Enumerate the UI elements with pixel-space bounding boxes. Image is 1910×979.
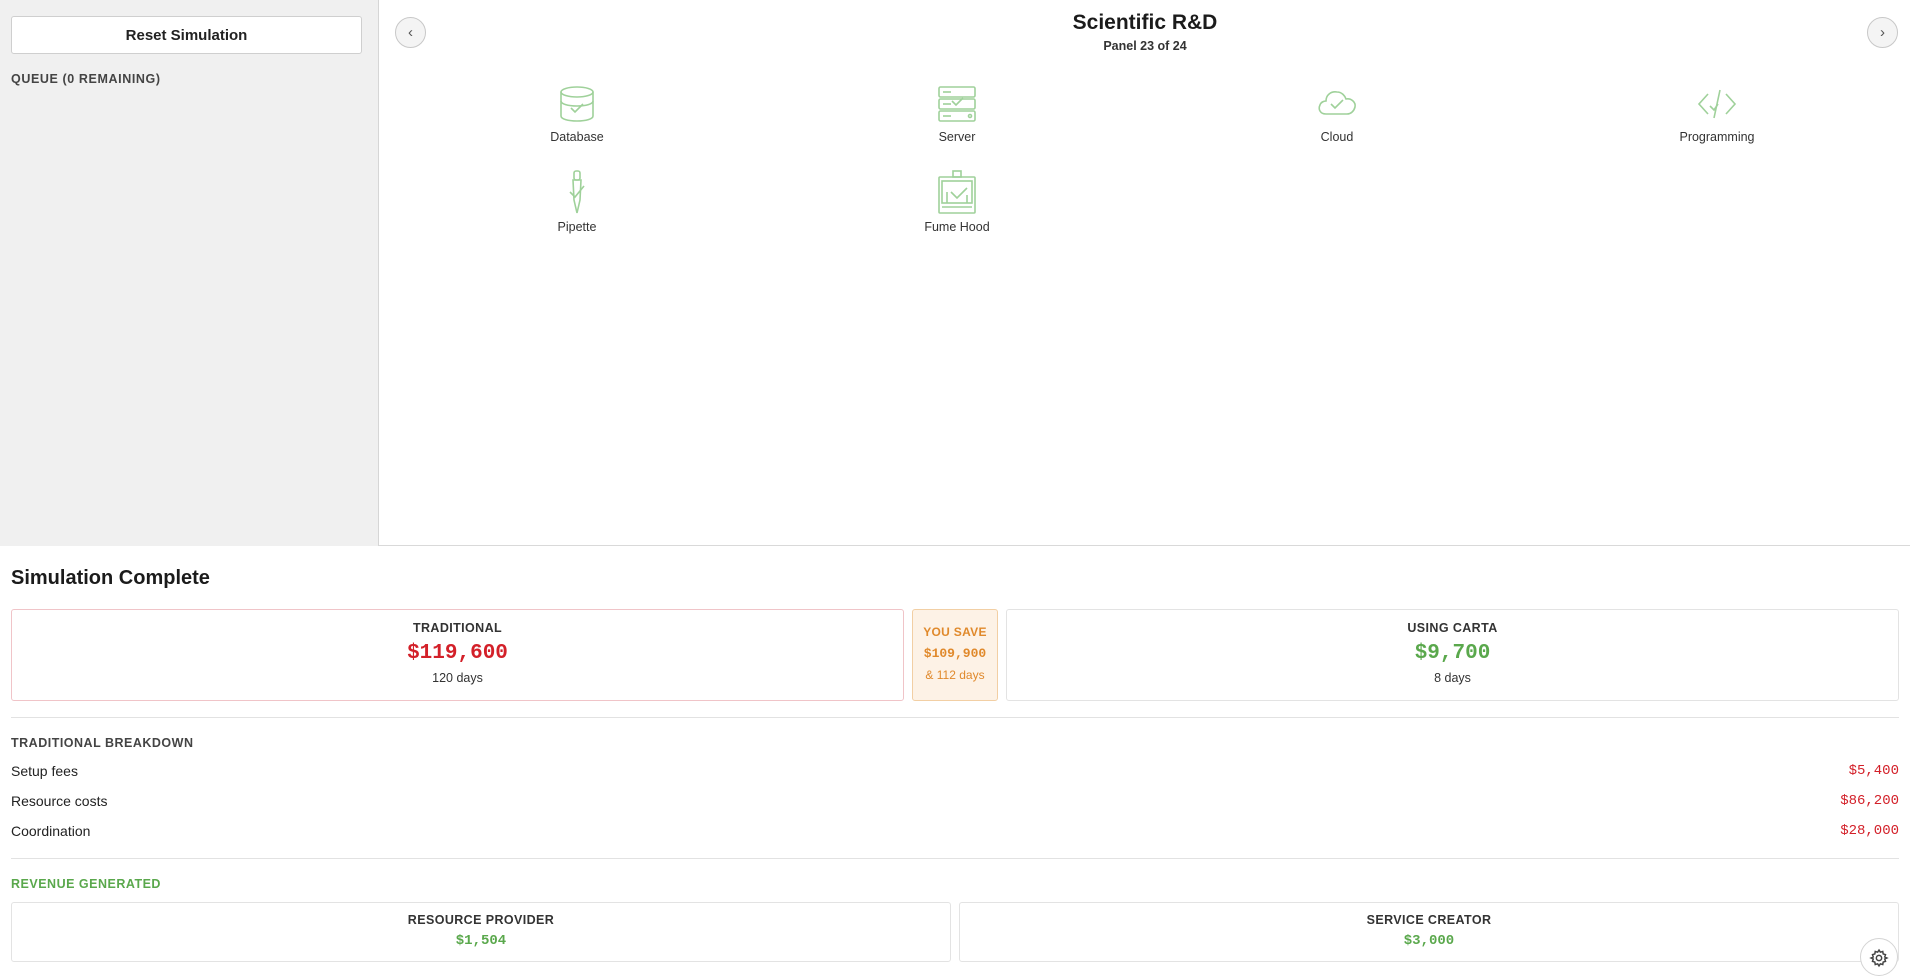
server-icon bbox=[938, 86, 976, 122]
traditional-label: TRADITIONAL bbox=[412, 621, 503, 635]
settings-button[interactable] bbox=[1860, 938, 1898, 976]
resource-server[interactable]: Server bbox=[867, 84, 1047, 144]
resource-label: Programming bbox=[1679, 130, 1755, 144]
resource-provider-value: $1,504 bbox=[455, 933, 507, 949]
carta-cost: $9,700 bbox=[1414, 642, 1491, 665]
resource-provider-label: RESOURCE PROVIDER bbox=[407, 913, 555, 927]
queue-sidebar: Reset Simulation QUEUE (0 REMAINING) bbox=[0, 0, 379, 546]
breakdown-row-label: Resource costs bbox=[11, 793, 108, 809]
code-icon bbox=[1697, 89, 1737, 119]
breakdown-row-value: $86,200 bbox=[1840, 793, 1899, 809]
breakdown-row-label: Setup fees bbox=[11, 763, 78, 779]
gear-icon bbox=[1869, 948, 1889, 968]
breakdown-row-value: $28,000 bbox=[1840, 823, 1899, 839]
resource-database[interactable]: Database bbox=[487, 84, 667, 144]
resource-label: Server bbox=[938, 130, 976, 144]
traditional-days: 120 days bbox=[432, 671, 483, 685]
panel-counter: Panel 23 of 24 bbox=[1103, 39, 1187, 53]
savings-days: & 112 days bbox=[925, 668, 985, 682]
breakdown-row: Coordination $28,000 bbox=[11, 823, 1899, 843]
fume-hood-icon bbox=[938, 170, 976, 214]
service-creator-label: SERVICE CREATOR bbox=[1366, 913, 1492, 927]
pipette-icon bbox=[569, 170, 585, 214]
traditional-cost: $119,600 bbox=[407, 642, 508, 665]
savings-amount: $109,900 bbox=[923, 646, 987, 661]
breakdown-row-label: Coordination bbox=[11, 823, 91, 839]
simulation-results: Simulation Complete TRADITIONAL $119,600… bbox=[0, 547, 1910, 979]
breakdown-row-value: $5,400 bbox=[1848, 763, 1899, 779]
savings-badge: YOU SAVE $109,900 & 112 days bbox=[912, 609, 998, 701]
resource-pipette[interactable]: Pipette bbox=[487, 170, 667, 234]
breakdown-row: Setup fees $5,400 bbox=[11, 763, 1899, 783]
resource-label: Database bbox=[550, 130, 604, 144]
queue-label: QUEUE (0 REMAINING) bbox=[11, 72, 161, 86]
carta-days: 8 days bbox=[1434, 671, 1471, 685]
resource-label: Cloud bbox=[1320, 130, 1354, 144]
breakdown-heading: TRADITIONAL BREAKDOWN bbox=[11, 736, 194, 750]
service-creator-value: $3,000 bbox=[1403, 933, 1455, 949]
resource-provider-card: RESOURCE PROVIDER $1,504 bbox=[11, 902, 951, 962]
service-creator-card: SERVICE CREATOR $3,000 bbox=[959, 902, 1899, 962]
carta-card: USING CARTA $9,700 8 days bbox=[1006, 609, 1899, 701]
reset-simulation-button[interactable]: Reset Simulation bbox=[11, 16, 362, 54]
resource-label: Pipette bbox=[557, 220, 597, 234]
next-panel-button[interactable]: › bbox=[1867, 17, 1898, 48]
carta-label: USING CARTA bbox=[1407, 621, 1498, 635]
panel-title: Scientific R&D bbox=[1072, 11, 1218, 34]
chevron-right-icon: › bbox=[1880, 24, 1885, 41]
savings-label: YOU SAVE bbox=[923, 625, 987, 639]
cloud-icon bbox=[1318, 91, 1356, 115]
resource-cloud[interactable]: Cloud bbox=[1247, 84, 1427, 144]
database-icon bbox=[560, 86, 594, 122]
traditional-card: TRADITIONAL $119,600 120 days bbox=[11, 609, 904, 701]
resource-label: Fume Hood bbox=[924, 220, 990, 234]
results-title: Simulation Complete bbox=[11, 567, 210, 589]
revenue-heading: REVENUE GENERATED bbox=[11, 877, 161, 891]
resource-panel: ‹ Scientific R&D Panel 23 of 24 › Databa… bbox=[380, 0, 1910, 546]
divider bbox=[11, 717, 1899, 718]
resource-programming[interactable]: Programming bbox=[1627, 84, 1807, 144]
breakdown-row: Resource costs $86,200 bbox=[11, 793, 1899, 813]
divider bbox=[11, 858, 1899, 859]
resource-fume-hood[interactable]: Fume Hood bbox=[867, 170, 1047, 234]
top-section: Reset Simulation QUEUE (0 REMAINING) ‹ S… bbox=[0, 0, 1910, 546]
